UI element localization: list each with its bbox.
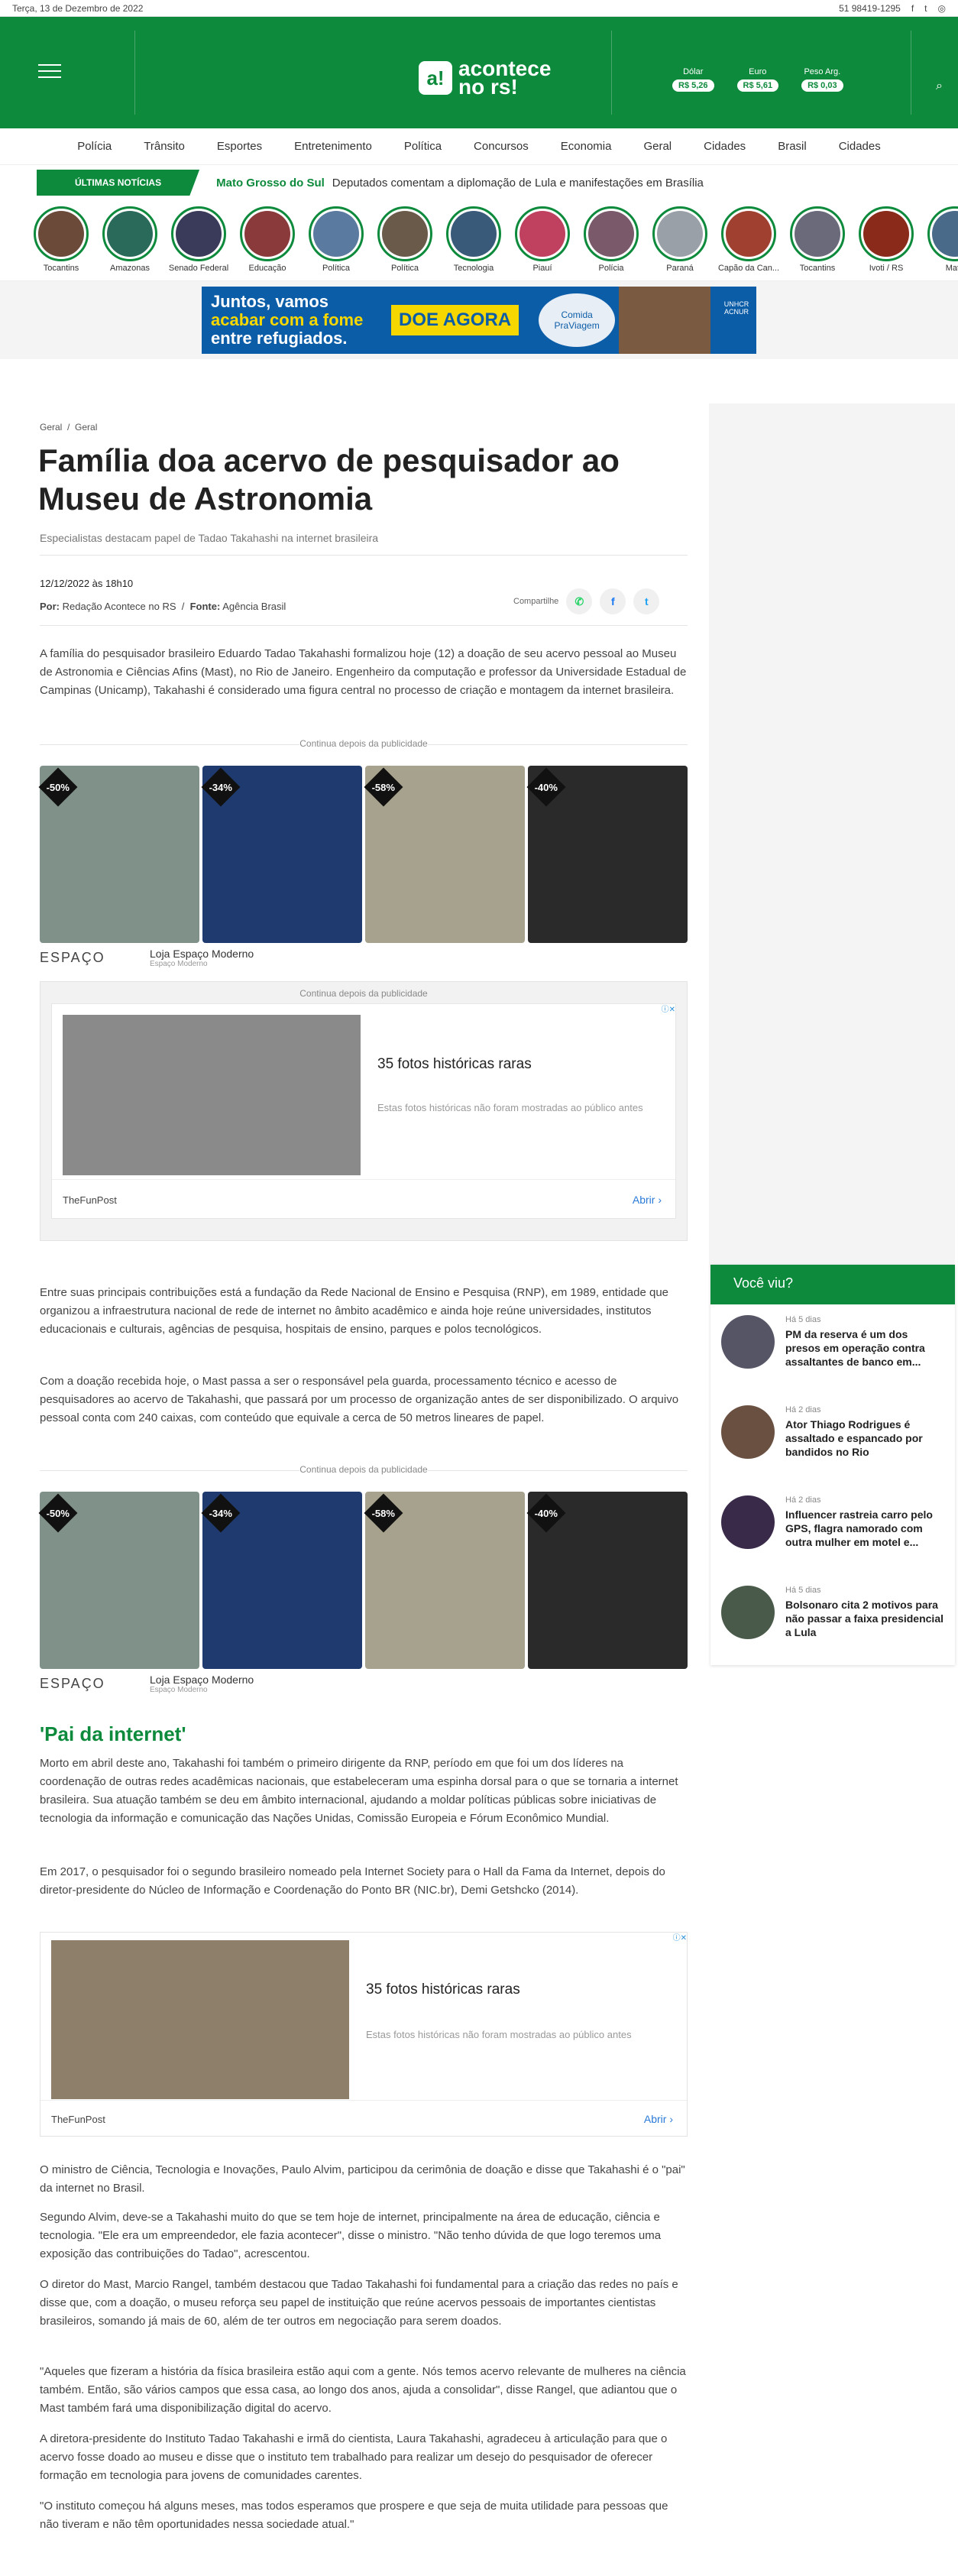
facebook-icon[interactable]: f [911, 3, 914, 14]
ad-banner[interactable]: Juntos, vamos acabar com a fome entre re… [202, 287, 756, 354]
banner-photo [619, 287, 710, 354]
story-item[interactable]: Senado Federal [169, 206, 228, 273]
nav-item[interactable]: Política [388, 140, 458, 153]
nav-item[interactable]: Esportes [201, 140, 278, 153]
section-heading: 'Pai da internet' [40, 1722, 186, 1745]
latest-news-tag: ÚLTIMAS NOTÍCIAS [37, 170, 200, 196]
top-bar: Terça, 13 de Dezembro de 2022 51 98419-1… [0, 0, 958, 17]
story-item[interactable]: Mato [927, 206, 958, 273]
stories-strip: Tocantins Amazonas Senado Federal Educação P… [0, 200, 958, 281]
story-item[interactable]: Paraná [652, 206, 707, 273]
nav-item[interactable]: Polícia [61, 140, 128, 153]
story-item[interactable]: Tecnologia [446, 206, 501, 273]
native-ad[interactable]: Continua depois da publicidade ⓘ✕ 35 fot… [40, 981, 688, 1241]
whatsapp-phone[interactable]: 51 98419-1295 [839, 3, 901, 14]
you-saw-widget: Você viu? Há 5 dias PM da reserva é um do… [710, 1265, 955, 1665]
site-header: a! acontece no rs! Dólar R$ 5,26 Euro R$ 5,… [0, 17, 958, 128]
paragraph: O ministro de Ciência, Tecnologia e Inov… [40, 2163, 685, 2195]
ad-banner-area: Juntos, vamos acabar com a fome entre re… [0, 281, 958, 359]
nav-item[interactable]: Entretenimento [278, 140, 388, 153]
story-item[interactable]: Amazonas [102, 206, 157, 273]
thumbnail [721, 1586, 775, 1639]
currency-rates: Dólar R$ 5,26 Euro R$ 5,61 Peso Arg. R$ 0,0… [672, 67, 843, 92]
story-item[interactable]: Ivoti / RS [859, 206, 914, 273]
story-item[interactable]: Piauí [515, 206, 570, 273]
open-button[interactable]: Abrir › [644, 2113, 673, 2125]
nav-item[interactable]: Economia [545, 140, 628, 153]
nav-item[interactable]: Geral [627, 140, 688, 153]
you-saw-item[interactable]: Há 5 dias PM da reserva é um dos presos e… [710, 1304, 955, 1395]
nav-item[interactable]: Cidades [688, 140, 762, 153]
story-item[interactable]: Tocantins [790, 206, 845, 273]
paragraph: A diretora-presidente do Instituto Tadao… [40, 2432, 668, 2482]
current-date: Terça, 13 de Dezembro de 2022 [12, 2, 144, 14]
you-saw-item[interactable]: Há 2 dias Ator Thiago Rodrigues é assalta… [710, 1395, 955, 1485]
paragraph: Morto em abril deste ano, Takahashi foi … [40, 1757, 678, 1825]
native-ad[interactable]: ⓘ✕ 35 fotos históricas raras Estas fotos… [40, 1932, 688, 2137]
rate-dolar: Dólar R$ 5,26 [672, 67, 714, 92]
nav-item[interactable]: Concursos [458, 140, 545, 153]
you-saw-item[interactable]: Há 5 dias Bolsonaro cita 2 motivos para n… [710, 1575, 955, 1665]
paragraph: Com a doação recebida hoje, o Mast passa… [40, 1375, 679, 1424]
paragraph: O diretor do Mast, Marcio Rangel, também… [40, 2278, 678, 2328]
paragraph: Segundo Alvim, deve-se a Takahashi muito… [40, 2211, 662, 2260]
rate-euro: Euro R$ 5,61 [736, 67, 779, 92]
paragraph: A família do pesquisador brasileiro Edua… [40, 647, 687, 697]
nav-item[interactable]: Cidades [823, 140, 897, 153]
thumbnail [721, 1495, 775, 1549]
instagram-icon[interactable]: ◎ [938, 3, 946, 14]
ad-label: Continua depois da publicidade [40, 1464, 688, 1475]
news-ticker: ÚLTIMAS NOTÍCIAS Mato Grosso do Sul Depu… [0, 165, 958, 200]
sidebar-ad-space [709, 403, 955, 1267]
shoe-ad[interactable]: ⓘ✕ -50% -34% -58% -40% ESPAÇOLoja Espaço… [38, 1492, 688, 1704]
article-date: 12/12/2022 às 18h10 [40, 578, 134, 589]
shoe-ad[interactable]: ⓘ✕ -50% -34% -58% -40% ESPAÇOLoja Espaço… [38, 766, 688, 978]
widget-title: Você viu? [710, 1265, 955, 1304]
paragraph: Entre suas principais contribuições está… [40, 1286, 669, 1336]
thumbnail [721, 1315, 775, 1369]
facebook-share-icon[interactable]: f [600, 588, 626, 614]
nav-item[interactable]: Trânsito [128, 140, 201, 153]
ticker-category[interactable]: Mato Grosso do Sul [216, 177, 325, 190]
story-item[interactable]: Capão da Can... [718, 206, 779, 273]
article-subtitle: Especialistas destacam papel de Tadao Ta… [40, 532, 379, 544]
story-item[interactable]: Política [309, 206, 364, 273]
story-item[interactable]: Polícia [584, 206, 639, 273]
rate-peso: Peso Arg. R$ 0,03 [801, 67, 843, 92]
breadcrumb: Geral / Geral [40, 422, 98, 433]
ad-label: Continua depois da publicidade [40, 738, 688, 749]
story-item[interactable]: Tocantins [34, 206, 89, 273]
search-icon[interactable]: ⌕ [936, 79, 943, 93]
partner-logo: Comida PraViagem [539, 293, 616, 347]
site-logo[interactable]: a! acontece no rs! [419, 58, 551, 98]
article-byline: Por: Redação Acontece no RS / Fonte: Agê… [40, 601, 286, 612]
main-nav: Polícia Trânsito Esportes Entretenimento Pol… [0, 128, 958, 165]
unhcr-logo: UNHCR ACNUR [723, 300, 749, 316]
menu-icon[interactable] [38, 64, 61, 78]
paragraph: Em 2017, o pesquisador foi o segundo bra… [40, 1865, 665, 1897]
open-button[interactable]: Abrir › [633, 1194, 662, 1206]
you-saw-item[interactable]: Há 2 dias Influencer rastreia carro pelo … [710, 1485, 955, 1575]
paragraph: "O instituto começou há alguns meses, ma… [40, 2500, 668, 2531]
thumbnail [721, 1405, 775, 1459]
story-item[interactable]: Política [377, 206, 432, 273]
paragraph: "Aqueles que fizeram a história da físic… [40, 2365, 686, 2415]
nav-item[interactable]: Brasil [762, 140, 823, 153]
donate-button[interactable]: DOE AGORA [391, 305, 519, 335]
whatsapp-share-icon[interactable]: ✆ [566, 588, 593, 614]
twitter-icon[interactable]: t [924, 3, 927, 14]
twitter-share-icon[interactable]: t [633, 588, 660, 614]
share-bar: Compartilhe ✆ f t [513, 588, 660, 614]
story-item[interactable]: Educação [240, 206, 295, 273]
ticker-headline[interactable]: Deputados comentam a diplomação de Lula … [332, 177, 704, 190]
article-title: Família doa acervo de pesquisador ao Mus… [38, 442, 620, 517]
